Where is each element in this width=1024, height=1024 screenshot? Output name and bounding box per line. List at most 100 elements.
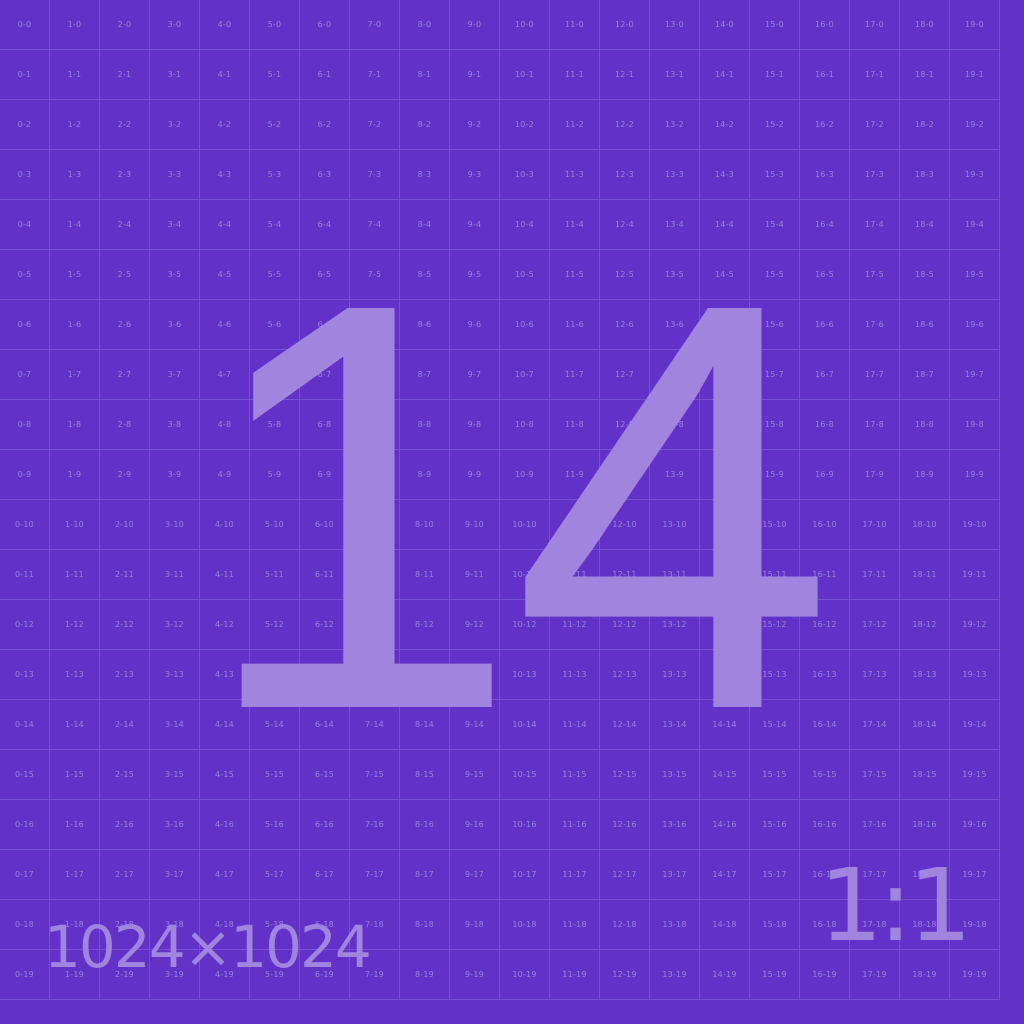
grid-cell: 9-18 — [450, 900, 500, 950]
grid-cell: 5-17 — [250, 850, 300, 900]
grid-cell: 8-2 — [400, 100, 450, 150]
grid-cell: 16-1 — [800, 50, 850, 100]
grid-cell: 17-0 — [850, 0, 900, 50]
grid-cell: 17-2 — [850, 100, 900, 150]
grid-cell: 19-0 — [950, 0, 1000, 50]
grid-cell: 14-1 — [700, 50, 750, 100]
grid-cell: 4-0 — [200, 0, 250, 50]
grid-cell: 4-2 — [200, 100, 250, 150]
grid-cell: 1-3 — [50, 150, 100, 200]
grid-cell: 19-16 — [950, 800, 1000, 850]
grid-cell: 7-1 — [350, 50, 400, 100]
grid-cell: 2-16 — [100, 800, 150, 850]
grid-cell: 1-1 — [50, 50, 100, 100]
grid-cell: 17-1 — [850, 50, 900, 100]
grid-cell: 3-1 — [150, 50, 200, 100]
grid-cell: 1-0 — [50, 0, 100, 50]
grid-cell: 5-2 — [250, 100, 300, 150]
grid-cell: 10-0 — [500, 0, 550, 50]
grid-cell: 0-16 — [0, 800, 50, 850]
grid-cell: 12-19 — [600, 950, 650, 1000]
grid-cell: 11-0 — [550, 0, 600, 50]
grid-cell: 3-17 — [150, 850, 200, 900]
grid-cell: 14-19 — [700, 950, 750, 1000]
grid-cell: 13-19 — [650, 950, 700, 1000]
grid-cell: 8-1 — [400, 50, 450, 100]
grid-cell: 12-1 — [600, 50, 650, 100]
grid-cell: 10-2 — [500, 100, 550, 150]
grid-cell: 7-17 — [350, 850, 400, 900]
grid-cell: 1-2 — [50, 100, 100, 150]
grid-cell: 0-17 — [0, 850, 50, 900]
grid-cell: 18-1 — [900, 50, 950, 100]
aspect-ratio-label: 1:1 — [819, 847, 972, 964]
grid-cell: 5-1 — [250, 50, 300, 100]
grid-cell: 9-17 — [450, 850, 500, 900]
grid-cell: 2-17 — [100, 850, 150, 900]
dimensions-label: 1024×1024 — [44, 913, 372, 981]
grid-cell: 14-2 — [700, 100, 750, 150]
grid-cell: 5-0 — [250, 0, 300, 50]
grid-cell: 14-18 — [700, 900, 750, 950]
grid-cell: 17-3 — [850, 150, 900, 200]
grid-cell: 0-2 — [0, 100, 50, 150]
grid-cell: 0-18 — [0, 900, 50, 950]
grid-cell: 12-17 — [600, 850, 650, 900]
grid-cell: 0-3 — [0, 150, 50, 200]
grid-cell: 11-18 — [550, 900, 600, 950]
grid-cell: 18-16 — [900, 800, 950, 850]
grid-cell: 13-0 — [650, 0, 700, 50]
grid-cell: 7-0 — [350, 0, 400, 50]
grid-cell: 10-18 — [500, 900, 550, 950]
grid-cell: 19-3 — [950, 150, 1000, 200]
grid-cell: 9-19 — [450, 950, 500, 1000]
grid-cell: 4-1 — [200, 50, 250, 100]
grid-cell: 16-0 — [800, 0, 850, 50]
grid-cell: 14-0 — [700, 0, 750, 50]
grid-cell: 0-19 — [0, 950, 50, 1000]
grid-cell: 6-2 — [300, 100, 350, 150]
grid-cell: 2-0 — [100, 0, 150, 50]
grid-cell: 13-18 — [650, 900, 700, 950]
grid-cell: 10-19 — [500, 950, 550, 1000]
grid-cell: 18-3 — [900, 150, 950, 200]
grid-cell: 6-17 — [300, 850, 350, 900]
grid-cell: 11-2 — [550, 100, 600, 150]
grid-cell: 9-0 — [450, 0, 500, 50]
grid-cell: 6-0 — [300, 0, 350, 50]
grid-cell: 18-0 — [900, 0, 950, 50]
grid-cell: 0-0 — [0, 0, 50, 50]
grid-cell: 19-1 — [950, 50, 1000, 100]
grid-cell: 3-3 — [150, 150, 200, 200]
grid-cell: 3-16 — [150, 800, 200, 850]
grid-cell: 0-1 — [0, 50, 50, 100]
grid-cell: 10-17 — [500, 850, 550, 900]
grid-cell: 13-17 — [650, 850, 700, 900]
grid-cell: 1-17 — [50, 850, 100, 900]
grid-cell: 8-17 — [400, 850, 450, 900]
grid-cell: 10-1 — [500, 50, 550, 100]
grid-cell: 15-19 — [750, 950, 800, 1000]
grid-cell: 8-19 — [400, 950, 450, 1000]
grid-cell: 13-1 — [650, 50, 700, 100]
grid-cell: 2-2 — [100, 100, 150, 150]
main-number: 14 — [197, 182, 834, 830]
grid-cell: 3-0 — [150, 0, 200, 50]
grid-cell: 15-0 — [750, 0, 800, 50]
grid-cell: 3-2 — [150, 100, 200, 150]
grid-cell: 1-16 — [50, 800, 100, 850]
grid-cell: 15-17 — [750, 850, 800, 900]
grid-cell: 9-1 — [450, 50, 500, 100]
grid-cell: 15-1 — [750, 50, 800, 100]
grid-cell: 11-19 — [550, 950, 600, 1000]
grid-cell: 11-17 — [550, 850, 600, 900]
grid-cell: 8-0 — [400, 0, 450, 50]
grid-cell: 9-2 — [450, 100, 500, 150]
grid-cell: 6-1 — [300, 50, 350, 100]
placeholder-canvas: 0-0 1-0 2-0 3-0 4-0 5-0 6-0 7-0 8-0 9-0 10-0 11-0 12… — [0, 0, 1024, 1024]
grid-cell: 18-2 — [900, 100, 950, 150]
grid-cell: 2-3 — [100, 150, 150, 200]
grid-cell: 7-2 — [350, 100, 400, 150]
grid-cell: 14-17 — [700, 850, 750, 900]
grid-cell: 16-2 — [800, 100, 850, 150]
